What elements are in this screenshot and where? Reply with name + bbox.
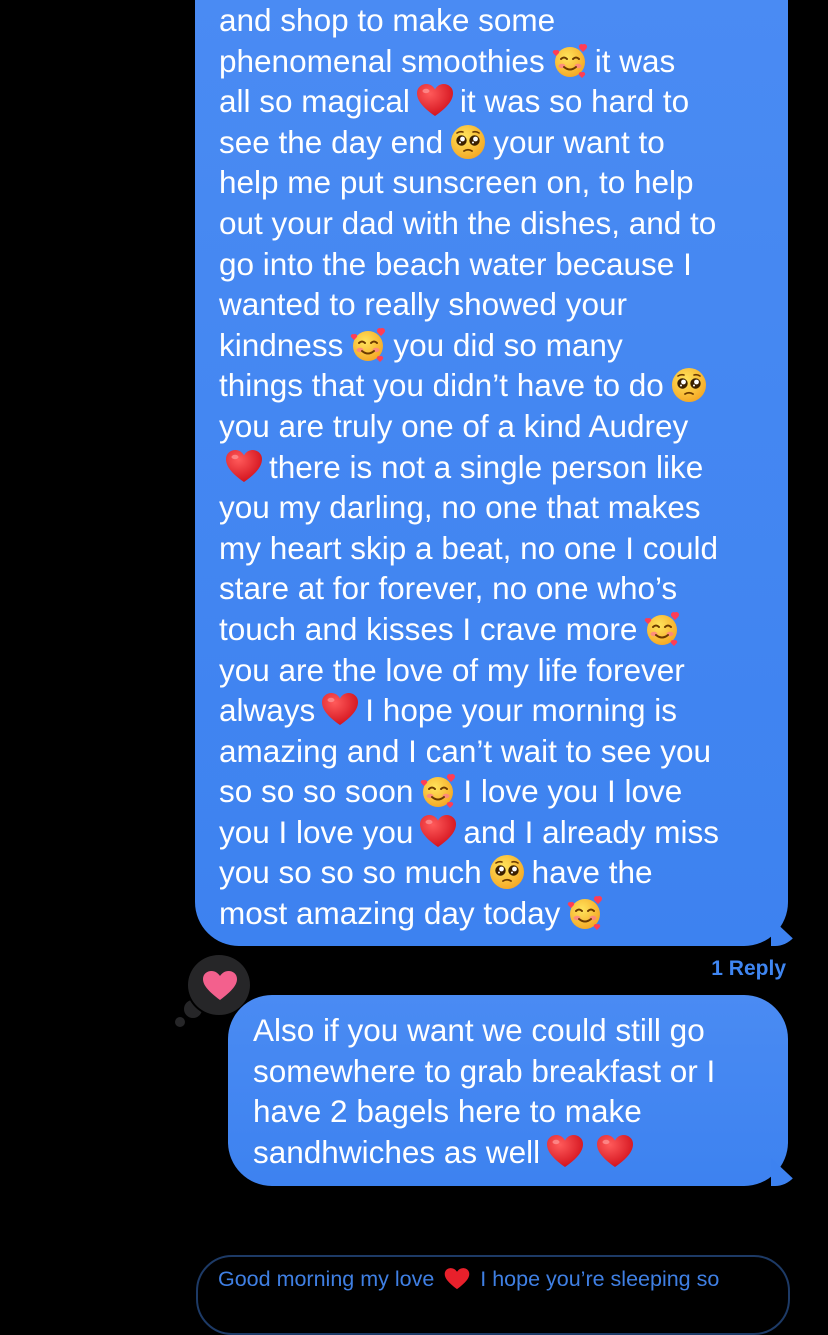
message-text: it was so hard to xyxy=(459,83,690,120)
message-text: your want to xyxy=(493,123,665,160)
main-line: always I hope your morning is xyxy=(219,690,774,731)
main-line: all so magical it was so hard to xyxy=(219,81,774,122)
main-line: you are truly one of a kind Audrey xyxy=(219,406,774,447)
pleading-face-icon xyxy=(449,123,487,161)
message-text: all so magical xyxy=(219,83,410,120)
message-text: sandhwiches as well xyxy=(253,1133,541,1170)
message-text: most amazing day today xyxy=(219,895,561,932)
message-text: kindness xyxy=(219,326,344,363)
reply-line: sandhwiches as well xyxy=(253,1132,774,1173)
main-line: things that you didn’t have to do xyxy=(219,365,774,406)
main-line: most amazing day today xyxy=(219,893,774,934)
next-message-preview[interactable]: Good morning my love I hope you’re sleep… xyxy=(196,1255,790,1335)
smiling-face-with-hearts-icon xyxy=(566,894,604,932)
main-line: see the day end your want to xyxy=(219,122,774,163)
red-heart-icon xyxy=(416,82,454,120)
smiling-face-with-hearts-icon xyxy=(419,772,457,810)
message-text: see the day end xyxy=(219,123,444,160)
message-text: there is not a single person like xyxy=(269,448,704,485)
main-line: help me put sunscreen on, to help xyxy=(219,162,774,203)
tapback-tail-small xyxy=(175,1017,185,1027)
main-line: phenomenal smoothies it was xyxy=(219,41,774,82)
message-text: you my darling, no one that makes xyxy=(219,489,701,526)
message-text: and I already miss xyxy=(463,813,719,850)
message-text: help me put sunscreen on, to help xyxy=(219,164,694,201)
reply-count-link[interactable]: 1 Reply xyxy=(711,957,786,981)
red-heart-icon xyxy=(546,1133,584,1171)
preview-text-start: Good morning my love xyxy=(218,1267,435,1291)
pleading-face-icon xyxy=(670,366,708,404)
reply-message-bubble[interactable]: Also if you want we could still go somewh… xyxy=(228,995,788,1186)
reply-line: have 2 bagels here to make xyxy=(253,1091,774,1132)
main-line: you so so so much have the xyxy=(219,852,774,893)
main-line: you are the love of my life forever xyxy=(219,650,774,691)
message-text: you are the love of my life forever xyxy=(219,651,685,688)
main-line: kindness you did so many xyxy=(219,325,774,366)
message-text: touch and kisses I crave more xyxy=(219,610,638,647)
main-line: and shop to make some xyxy=(219,0,774,41)
message-text: Also if you want we could still go xyxy=(253,1012,705,1048)
heart-icon xyxy=(203,971,237,1000)
message-text: and shop to make some xyxy=(219,2,556,38)
reply-line: Also if you want we could still go xyxy=(253,1010,774,1051)
message-text: amazing and I can’t wait to see you xyxy=(219,732,712,769)
message-text: so so so soon xyxy=(219,773,414,810)
pleading-face-icon xyxy=(488,853,526,891)
smiling-face-with-hearts-icon xyxy=(643,610,681,648)
main-line: touch and kisses I crave more xyxy=(219,609,774,650)
message-text: you so so so much xyxy=(219,854,482,891)
main-line: my heart skip a beat, no one I could xyxy=(219,528,774,569)
message-text: stare at for forever, no one who’s xyxy=(219,570,678,607)
message-text: things that you didn’t have to do xyxy=(219,367,664,404)
smiling-face-with-hearts-icon xyxy=(349,326,387,364)
red-heart-icon xyxy=(596,1133,634,1171)
red-heart-icon xyxy=(321,691,359,729)
message-text: it was xyxy=(594,42,676,79)
main-line: go into the beach water because I xyxy=(219,244,774,285)
main-line: out your dad with the dishes, and to xyxy=(219,203,774,244)
red-heart-icon xyxy=(419,813,457,851)
reply-line: somewhere to grab breakfast or I xyxy=(253,1051,774,1092)
message-text: you are truly one of a kind Audrey xyxy=(219,407,689,444)
smiling-face-with-hearts-icon xyxy=(551,42,589,80)
message-text: I love you I love xyxy=(463,773,683,810)
message-text: go into the beach water because I xyxy=(219,245,692,282)
red-heart-icon xyxy=(225,448,263,486)
message-text: you did so many xyxy=(393,326,623,363)
message-text: I hope your morning is xyxy=(365,692,677,729)
main-line: wanted to really showed your xyxy=(219,284,774,325)
message-text: always xyxy=(219,692,316,729)
message-text: somewhere to grab breakfast or I xyxy=(253,1052,716,1089)
sent-message-bubble[interactable]: and shop to make some phenomenal smoothie… xyxy=(195,0,788,946)
message-text: wanted to really showed your xyxy=(219,286,627,323)
main-line: you I love you and I already miss xyxy=(219,812,774,853)
message-text: have the xyxy=(531,854,653,891)
main-line: amazing and I can’t wait to see you xyxy=(219,731,774,772)
message-text: have 2 bagels here to make xyxy=(253,1093,642,1130)
preview-text-end: I hope you’re sleeping so xyxy=(480,1267,720,1291)
main-line: you my darling, no one that makes xyxy=(219,487,774,528)
message-text: my heart skip a beat, no one I could xyxy=(219,529,719,566)
main-line: so so so soon I love you I love xyxy=(219,771,774,812)
red-heart-icon xyxy=(444,1267,470,1291)
message-text: phenomenal smoothies xyxy=(219,42,545,79)
main-line: there is not a single person like xyxy=(219,447,774,488)
message-text: out your dad with the dishes, and to xyxy=(219,204,717,241)
main-line: stare at for forever, no one who’s xyxy=(219,568,774,609)
message-text: you I love you xyxy=(219,813,414,850)
bubble-tail xyxy=(771,918,801,946)
